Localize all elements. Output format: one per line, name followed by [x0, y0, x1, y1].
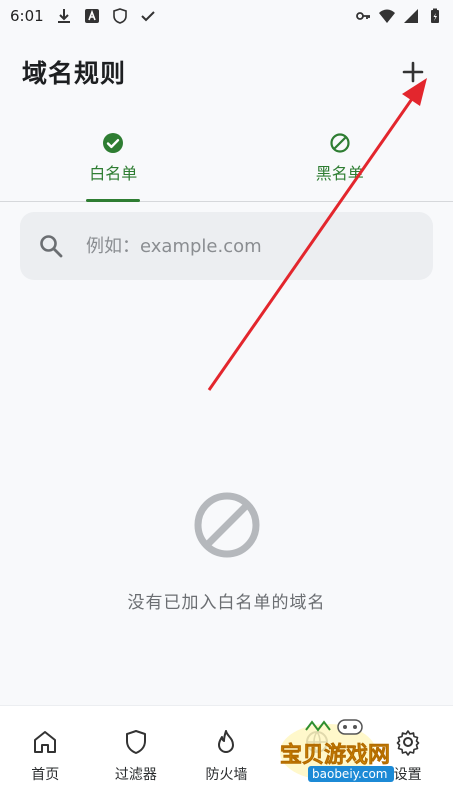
nav-settings-label: 设置: [393, 767, 422, 783]
empty-state: 没有已加入白名单的域名: [0, 490, 453, 613]
nav-filters[interactable]: 过滤器: [91, 728, 182, 784]
nav-domains[interactable]: 域: [272, 728, 363, 784]
tab-blacklist[interactable]: 黑名单: [227, 120, 453, 201]
gear-icon: [396, 730, 419, 756]
signal-icon: [404, 9, 418, 23]
tab-whitelist-label: 白名单: [89, 164, 138, 183]
shield-status-icon: [112, 8, 127, 24]
add-rule-button[interactable]: [395, 54, 431, 90]
check-circle-icon: [103, 133, 124, 153]
plus-icon: [402, 61, 424, 83]
globe-icon: [306, 731, 329, 753]
bottom-navigation: 首页 过滤器 防火墙 域 设置: [0, 705, 453, 805]
battery-icon: [431, 8, 439, 23]
home-icon: [34, 731, 57, 753]
check-status-icon: [140, 11, 155, 22]
nav-home-label: 首页: [31, 767, 60, 783]
tab-bar: 白名单 黑名单: [0, 120, 453, 202]
key-icon: [356, 12, 370, 20]
app-a-icon: [84, 9, 99, 23]
wifi-icon: [379, 9, 395, 23]
search-bar[interactable]: [20, 212, 433, 280]
no-entry-icon: [194, 492, 259, 558]
search-icon: [40, 235, 63, 258]
status-time: 6:01: [10, 7, 44, 25]
nav-settings[interactable]: 设置: [362, 728, 453, 784]
top-app-bar: 域名规则: [0, 40, 453, 104]
search-input[interactable]: [86, 235, 406, 257]
status-bar: 6:01: [0, 0, 453, 32]
empty-state-message: 没有已加入白名单的域名: [127, 593, 326, 613]
page-title: 域名规则: [22, 59, 127, 88]
nav-domains-label: 域: [310, 767, 325, 783]
tab-blacklist-label: 黑名单: [315, 164, 364, 183]
shield-icon: [125, 730, 146, 754]
download-icon: [57, 9, 70, 23]
flame-icon: [218, 730, 235, 753]
nav-filters-label: 过滤器: [114, 767, 157, 783]
nav-firewall[interactable]: 防火墙: [181, 728, 272, 784]
nav-home[interactable]: 首页: [0, 728, 91, 784]
tab-whitelist[interactable]: 白名单: [0, 120, 227, 201]
block-icon: [330, 133, 350, 153]
nav-firewall-label: 防火墙: [205, 767, 248, 783]
